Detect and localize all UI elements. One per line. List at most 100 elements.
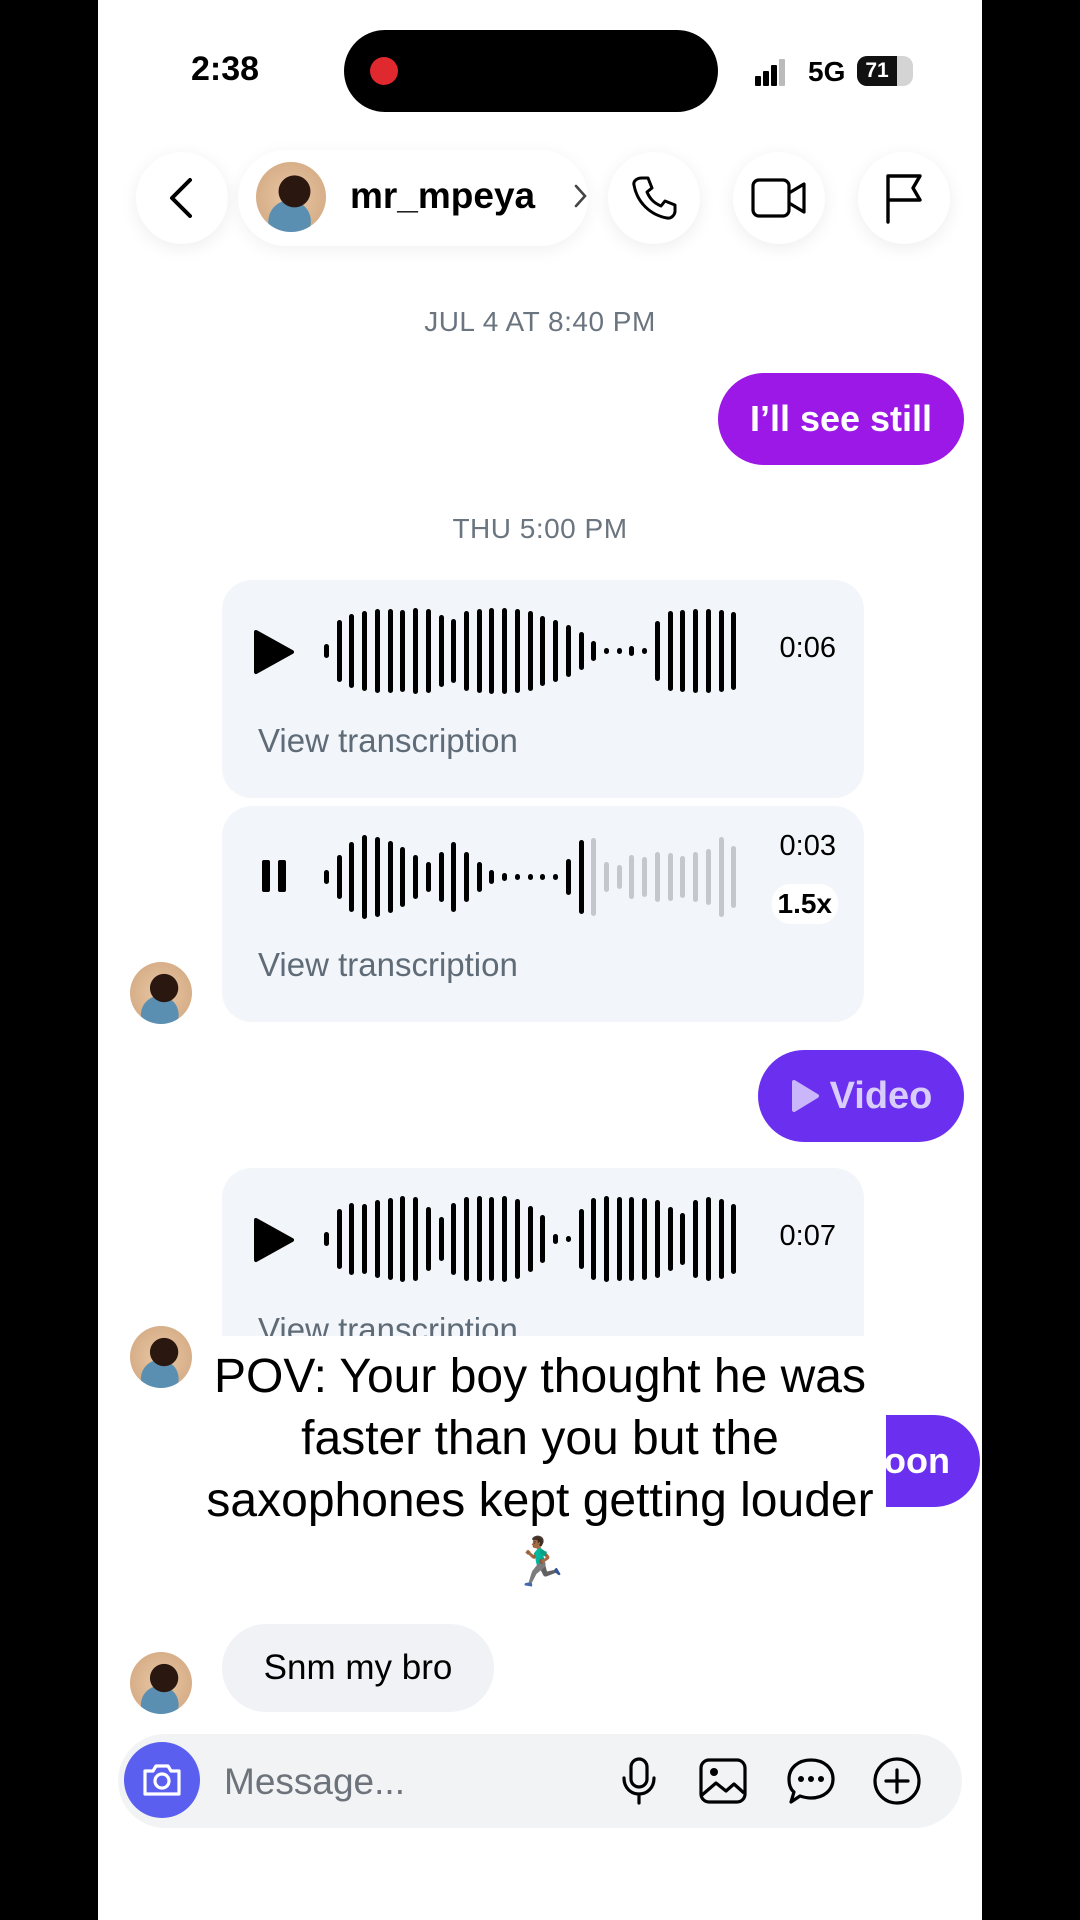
- avatar[interactable]: [130, 962, 192, 1024]
- chat-bubble-icon: [787, 1758, 835, 1804]
- back-button[interactable]: [136, 152, 228, 244]
- waveform-bar: [654, 852, 660, 902]
- waveform-bar: [693, 609, 699, 693]
- waveform-bar: [654, 621, 660, 681]
- flag-icon: [886, 174, 922, 224]
- waveform-bar: [451, 842, 457, 912]
- more-button[interactable]: [868, 1752, 926, 1810]
- playback-speed-button[interactable]: 1.5x: [771, 884, 838, 924]
- view-transcription-link[interactable]: View transcription: [258, 722, 518, 760]
- waveform[interactable]: [324, 832, 744, 922]
- recording-dot-icon: [370, 57, 398, 85]
- phone-icon: [632, 176, 677, 220]
- waveform-bar: [667, 853, 673, 901]
- chat-screen: 2:38 5G 71 mr_mpeya JUL 4 AT 8:40 PM I’l…: [98, 0, 982, 1920]
- waveform-bar: [527, 874, 533, 880]
- waveform-bar: [451, 1203, 457, 1275]
- waveform-bar: [565, 625, 571, 677]
- pause-icon[interactable]: [260, 856, 288, 896]
- waveform-bar: [604, 862, 609, 892]
- view-transcription-link[interactable]: View transcription: [258, 1311, 518, 1336]
- video-message[interactable]: Video: [758, 1050, 964, 1142]
- timestamp: THU 5:00 PM: [452, 513, 628, 544]
- sticker-button[interactable]: [782, 1752, 840, 1810]
- video-call-button[interactable]: [733, 152, 825, 244]
- view-transcription-link[interactable]: View transcription: [258, 946, 518, 984]
- waveform-bar: [502, 873, 508, 881]
- audio-call-button[interactable]: [608, 152, 700, 244]
- waveform[interactable]: [324, 606, 744, 696]
- username[interactable]: mr_mpeya: [350, 175, 535, 217]
- waveform-bar: [413, 1197, 419, 1281]
- waveform-bar: [578, 632, 584, 670]
- avatar[interactable]: [130, 1652, 192, 1714]
- waveform-bar: [362, 611, 368, 691]
- battery-icon: 71: [857, 56, 913, 86]
- message-input[interactable]: [222, 1756, 606, 1808]
- waveform-bar: [362, 1204, 368, 1274]
- waveform-bar: [413, 855, 419, 899]
- waveform-bar: [705, 849, 711, 905]
- avatar[interactable]: [256, 162, 326, 232]
- waveform-bar: [400, 847, 406, 907]
- waveform-bar: [425, 609, 431, 693]
- video-label: Video: [829, 1074, 933, 1117]
- waveform-bar: [553, 1234, 559, 1244]
- waveform-bar: [591, 838, 597, 916]
- waveform-bar: [731, 846, 737, 908]
- waveform-bar: [349, 842, 355, 912]
- waveform-bar: [565, 859, 571, 895]
- waveform-bar: [464, 611, 469, 691]
- waveform-bar: [553, 620, 559, 682]
- waveform-bar: [464, 852, 469, 902]
- status-time: 2:38: [191, 50, 260, 88]
- waveform-bar: [693, 1200, 699, 1278]
- waveform-bar: [489, 870, 495, 884]
- gallery-button[interactable]: [694, 1752, 752, 1810]
- waveform-bar: [680, 1213, 686, 1265]
- waveform[interactable]: [324, 1194, 744, 1284]
- waveform-bar: [374, 609, 380, 693]
- waveform-bar: [489, 608, 495, 694]
- outgoing-message[interactable]: I’ll see still: [718, 373, 964, 465]
- waveform-bar: [705, 1197, 711, 1281]
- waveform-bar: [642, 1198, 648, 1280]
- battery-level: 71: [865, 59, 889, 82]
- waveform-bar: [540, 874, 546, 880]
- waveform-bar: [374, 1200, 380, 1278]
- voice-duration: 0:06: [779, 632, 836, 664]
- waveform-bar: [718, 610, 724, 692]
- report-button[interactable]: [858, 152, 950, 244]
- waveform-bar: [578, 1209, 584, 1269]
- chevron-right-icon: [574, 184, 587, 208]
- waveform-bar: [514, 874, 520, 880]
- play-icon[interactable]: [252, 1216, 296, 1264]
- voice-message[interactable]: 0:06 View transcription: [222, 580, 864, 798]
- waveform-bar: [540, 1215, 546, 1263]
- waveform-bar: [502, 1196, 508, 1282]
- waveform-bar: [591, 641, 597, 661]
- waveform-bar: [387, 609, 393, 693]
- incoming-message[interactable]: Snm my bro: [222, 1624, 494, 1712]
- waveform-bar: [336, 1209, 342, 1269]
- waveform-bar: [540, 616, 546, 686]
- outgoing-message[interactable]: oon: [882, 1415, 980, 1507]
- waveform-bar: [604, 1196, 609, 1282]
- microphone-button[interactable]: [610, 1752, 668, 1810]
- waveform-bar: [527, 611, 533, 691]
- waveform-bar: [616, 865, 622, 889]
- image-icon: [699, 1758, 747, 1804]
- waveform-bar: [476, 1196, 482, 1282]
- waveform-bar: [502, 608, 508, 694]
- waveform-bar: [667, 611, 673, 691]
- waveform-bar: [324, 644, 329, 658]
- waveform-bar: [616, 648, 622, 654]
- dynamic-island: [344, 30, 718, 112]
- message-composer: [118, 1734, 962, 1828]
- plus-circle-icon: [873, 1757, 921, 1805]
- camera-button[interactable]: [124, 1742, 200, 1818]
- play-icon[interactable]: [252, 628, 296, 676]
- avatar[interactable]: [130, 1326, 192, 1388]
- voice-message[interactable]: 0:07 View transcription: [222, 1168, 864, 1336]
- voice-message[interactable]: 0:03 1.5x View transcription: [222, 806, 864, 1022]
